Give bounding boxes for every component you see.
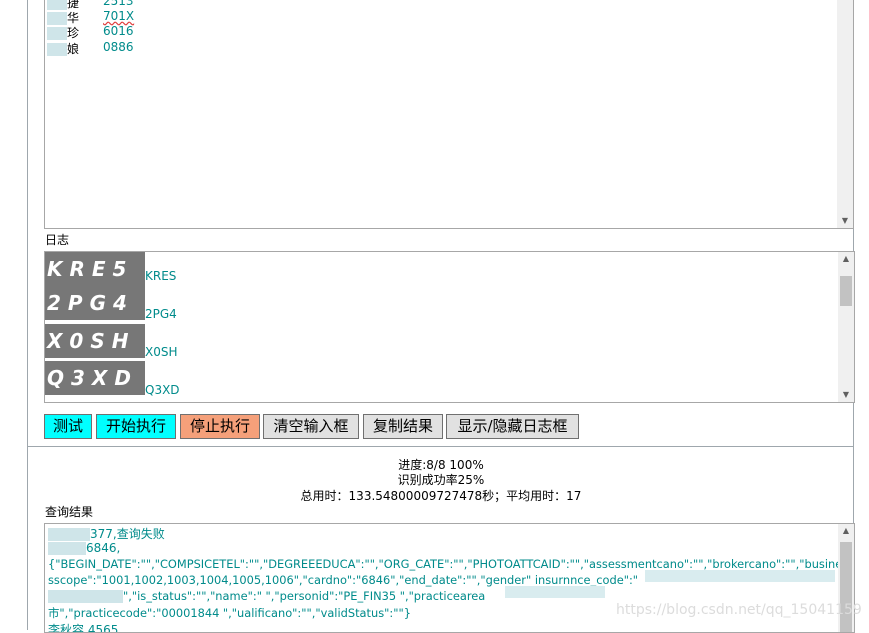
timing-text: 总用时：133.54800009727478秒；平均用时：17 [300, 489, 582, 503]
redaction-blur [645, 570, 835, 582]
result-line: sscope":"1001,1002,1003,1004,1005,1006",… [48, 573, 639, 587]
results-label: 查询结果 [45, 505, 94, 519]
copy-result-button[interactable]: 复制结果 [363, 414, 443, 439]
scroll-up-icon[interactable]: ▲ [838, 524, 854, 538]
start-button[interactable]: 开始执行 [96, 414, 176, 439]
scroll-thumb[interactable] [840, 276, 852, 306]
success-rate-text: 识别成功率25% [397, 473, 485, 487]
code-value: 0886 [103, 40, 134, 54]
scroll-up-icon[interactable]: ▲ [838, 252, 854, 266]
scroll-thumb[interactable] [840, 542, 852, 632]
result-line: 6846, [48, 541, 120, 555]
result-line: ","is_status":"","name":" ","personid":"… [48, 589, 485, 603]
recognized-text: X0SH [145, 345, 178, 359]
log-box[interactable]: KRE5 KRES 2PG4 2PG4 X0SH X0SH Q3XD Q3XD … [44, 251, 855, 403]
watermark: https://blog.csdn.net/qq_15041159 [616, 602, 862, 618]
result-line: {"BEGIN_DATE":"","COMPSICETEL":"","DEGRE… [48, 557, 843, 571]
input-row: 捷 2513 [47, 0, 247, 10]
captcha-image: Q3XD [45, 361, 145, 395]
input-row: 娘 0886 [47, 40, 247, 56]
result-line: 市","practicecode":"00001844 ","ualifican… [48, 606, 411, 620]
redaction-blur [505, 586, 605, 598]
recognized-text: 2PG4 [145, 307, 177, 321]
result-line: 377,查询失败 [48, 525, 165, 542]
log-label: 日志 [45, 233, 70, 247]
input-row: 珍 6016 [47, 24, 247, 40]
input-scrollbar[interactable]: ▼ [837, 0, 853, 228]
captcha-image: 2PG4 [45, 286, 145, 320]
captcha-image: KRE5 [45, 252, 145, 286]
separator [28, 446, 854, 447]
code-value: 6016 [103, 24, 134, 38]
recognized-text: KRES [145, 269, 177, 283]
input-row: 华 701X [47, 9, 247, 25]
captcha-image: X0SH [45, 324, 145, 358]
scroll-down-icon[interactable]: ▼ [838, 388, 854, 402]
recognized-text: Q3XD [145, 383, 180, 397]
input-textbox[interactable]: 捷 2513 华 701X 珍 6016 娘 0886 ▼ [44, 0, 854, 229]
code-value: 701X [103, 9, 135, 23]
stop-button[interactable]: 停止执行 [180, 414, 260, 439]
test-button[interactable]: 测试 [44, 414, 92, 439]
clear-input-button[interactable]: 清空输入框 [263, 414, 359, 439]
toggle-log-button[interactable]: 显示/隐藏日志框 [446, 414, 579, 439]
scroll-down-icon[interactable]: ▼ [837, 214, 853, 228]
result-line: 李秋容,4565 [48, 623, 119, 633]
log-scrollbar[interactable]: ▲ ▼ [838, 252, 854, 402]
code-value: 2513 [103, 0, 134, 8]
